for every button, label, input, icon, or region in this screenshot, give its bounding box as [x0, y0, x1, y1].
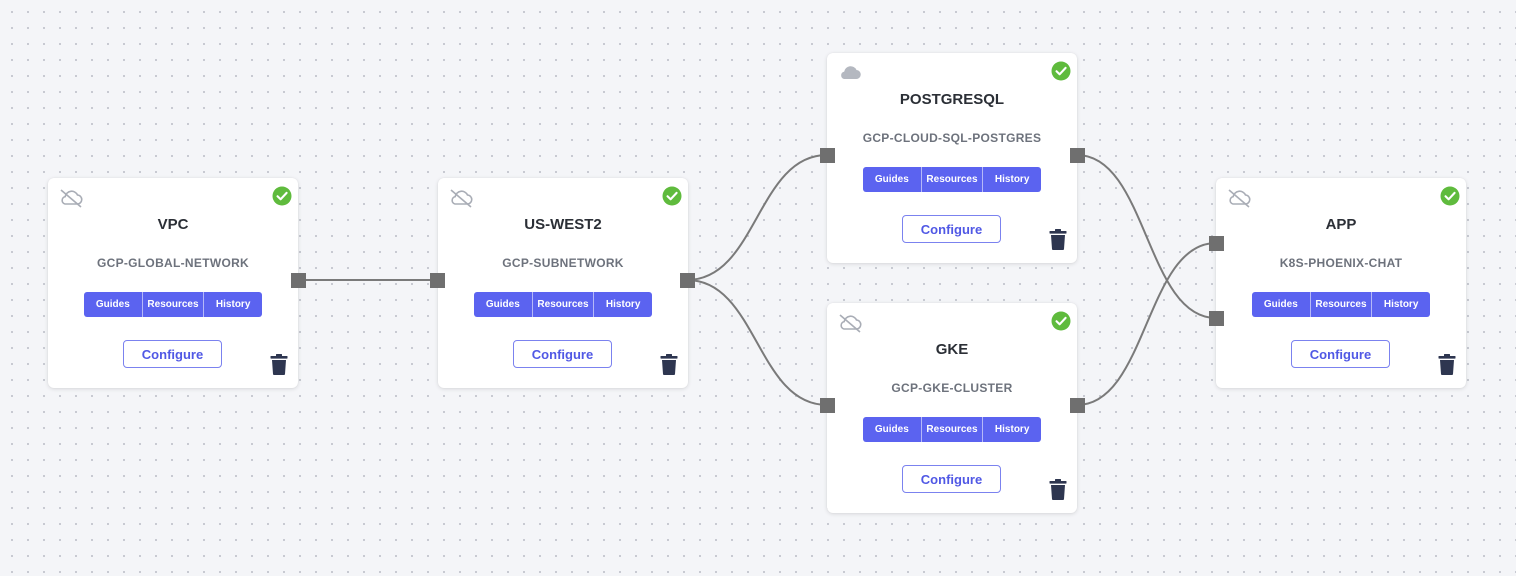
node-tab-bar: Guides Resources History: [863, 417, 1041, 442]
node-subtitle: GCP-GLOBAL-NETWORK: [96, 256, 250, 270]
node-tab-bar: Guides Resources History: [474, 292, 652, 317]
check-circle-icon: [272, 186, 292, 206]
port-gke-input[interactable]: [820, 398, 835, 413]
port-app-input-bottom[interactable]: [1209, 311, 1224, 326]
check-circle-icon: [1051, 311, 1071, 331]
tab-resources[interactable]: Resources: [920, 167, 983, 192]
node-tab-bar: Guides Resources History: [84, 292, 262, 317]
tab-history[interactable]: History: [982, 167, 1041, 192]
node-gke[interactable]: GKE GCP-GKE-CLUSTER Guides Resources His…: [827, 303, 1077, 513]
trash-icon[interactable]: [1049, 229, 1067, 250]
cloud-icon: [841, 66, 861, 80]
cloud-offline-icon: [1228, 189, 1251, 208]
wire-uswest2-gke: [686, 279, 828, 406]
wire-gke-app: [1076, 242, 1217, 406]
tab-history[interactable]: History: [203, 292, 262, 317]
trash-icon[interactable]: [1049, 479, 1067, 500]
node-title: GKE: [935, 341, 969, 358]
node-subtitle: GCP-GKE-CLUSTER: [891, 381, 1013, 395]
wire-uswest2-postgres: [686, 154, 828, 281]
node-title: APP: [1325, 216, 1357, 233]
configure-button[interactable]: Configure: [1291, 340, 1390, 368]
node-subtitle: GCP-CLOUD-SQL-POSTGRES: [862, 131, 1042, 145]
node-us-west2[interactable]: US-WEST2 GCP-SUBNETWORK Guides Resources…: [438, 178, 688, 388]
tab-guides[interactable]: Guides: [1252, 292, 1310, 317]
node-title: POSTGRESQL: [899, 91, 1005, 108]
trash-icon[interactable]: [1438, 354, 1456, 375]
node-tab-bar: Guides Resources History: [1252, 292, 1430, 317]
check-circle-icon: [662, 186, 682, 206]
node-title: US-WEST2: [524, 216, 602, 233]
port-uswest2-output[interactable]: [680, 273, 695, 288]
check-circle-icon: [1051, 61, 1071, 81]
tab-history[interactable]: History: [982, 417, 1041, 442]
node-app[interactable]: APP K8S-PHOENIX-CHAT Guides Resources Hi…: [1216, 178, 1466, 388]
cloud-offline-icon: [450, 189, 473, 208]
configure-button[interactable]: Configure: [902, 215, 1001, 243]
port-gke-output[interactable]: [1070, 398, 1085, 413]
port-vpc-output[interactable]: [291, 273, 306, 288]
configure-button[interactable]: Configure: [513, 340, 612, 368]
port-postgres-output[interactable]: [1070, 148, 1085, 163]
configure-button[interactable]: Configure: [902, 465, 1001, 493]
tab-resources[interactable]: Resources: [920, 417, 983, 442]
cloud-offline-icon: [60, 189, 83, 208]
node-tab-bar: Guides Resources History: [863, 167, 1041, 192]
node-subtitle: GCP-SUBNETWORK: [502, 256, 624, 270]
check-circle-icon: [1440, 186, 1460, 206]
tab-history[interactable]: History: [1371, 292, 1430, 317]
tab-guides[interactable]: Guides: [474, 292, 532, 317]
tab-guides[interactable]: Guides: [84, 292, 142, 317]
cloud-offline-icon: [839, 314, 862, 333]
node-subtitle: K8S-PHOENIX-CHAT: [1279, 256, 1403, 270]
tab-guides[interactable]: Guides: [863, 417, 921, 442]
port-postgres-input[interactable]: [820, 148, 835, 163]
trash-icon[interactable]: [270, 354, 288, 375]
node-postgresql[interactable]: POSTGRESQL GCP-CLOUD-SQL-POSTGRES Guides…: [827, 53, 1077, 263]
tab-resources[interactable]: Resources: [141, 292, 204, 317]
node-vpc[interactable]: VPC GCP-GLOBAL-NETWORK Guides Resources …: [48, 178, 298, 388]
trash-icon[interactable]: [660, 354, 678, 375]
configure-button[interactable]: Configure: [123, 340, 222, 368]
wire-postgres-app: [1076, 154, 1217, 319]
port-app-input-top[interactable]: [1209, 236, 1224, 251]
tab-guides[interactable]: Guides: [863, 167, 921, 192]
tab-history[interactable]: History: [593, 292, 652, 317]
node-title: VPC: [157, 216, 189, 233]
port-uswest2-input[interactable]: [430, 273, 445, 288]
tab-resources[interactable]: Resources: [531, 292, 594, 317]
tab-resources[interactable]: Resources: [1309, 292, 1372, 317]
